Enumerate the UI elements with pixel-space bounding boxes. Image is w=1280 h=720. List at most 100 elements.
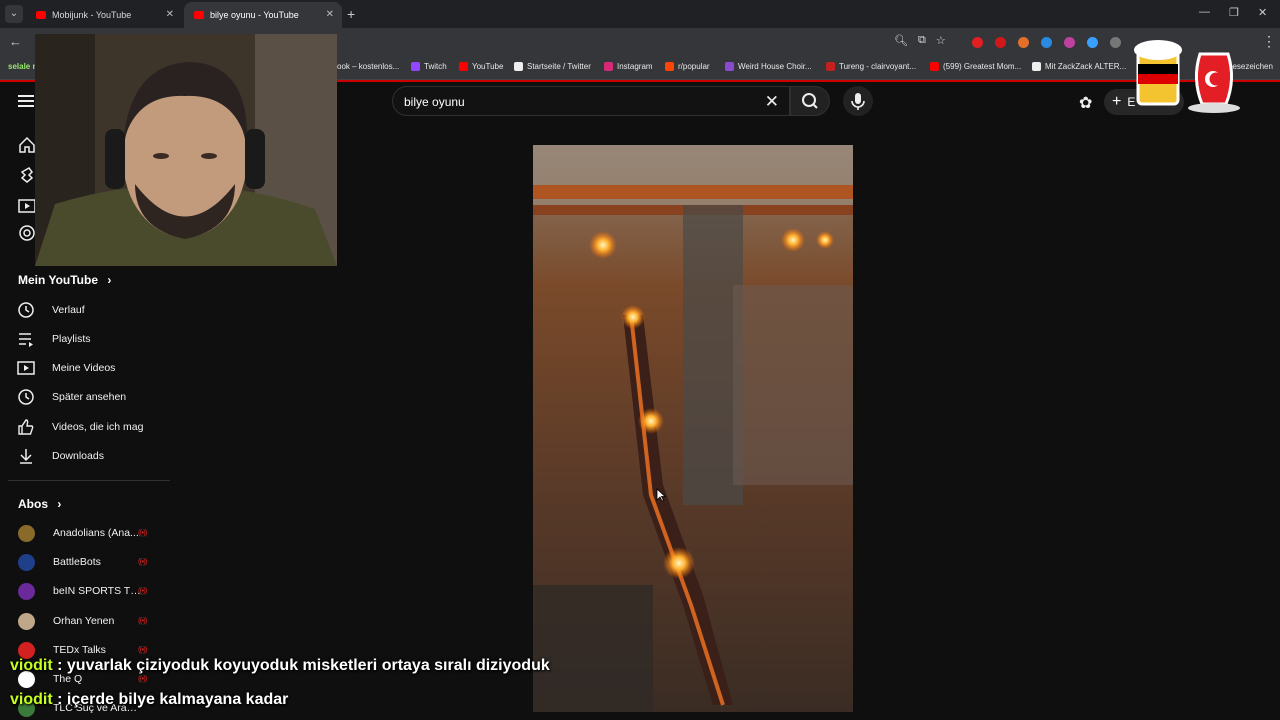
subscriptions-icon[interactable] <box>18 196 36 214</box>
close-tab-icon[interactable]: ✕ <box>326 9 334 20</box>
youtube-icon <box>930 62 939 71</box>
close-window-icon[interactable]: ✕ <box>1258 6 1267 19</box>
webcam-overlay <box>35 34 337 266</box>
bookmark-item[interactable]: Mit ZackZack ALTER... <box>1032 62 1126 71</box>
extension-icon[interactable] <box>1018 37 1029 48</box>
bookmark-item[interactable]: Startseite / Twitter <box>514 62 591 71</box>
minimize-icon[interactable]: — <box>1199 6 1210 18</box>
avatar <box>18 525 35 542</box>
sidebar-item-label: Downloads <box>52 450 104 462</box>
subscription-item[interactable]: Orhan Yenen ((•)) <box>0 610 170 634</box>
channel-name: beIN SPORTS Tü... <box>53 585 141 597</box>
plus-icon: + <box>1112 93 1122 110</box>
search-query: bilye oyunu <box>404 95 465 109</box>
bookmark-item[interactable]: selale n <box>8 62 37 71</box>
youtube-icon <box>459 62 468 71</box>
subscription-item[interactable]: Anadolians (Ana... ((•)) <box>0 522 170 546</box>
sidebar-item-label: Meine Videos <box>52 362 116 374</box>
extension-icon[interactable] <box>1064 37 1075 48</box>
tab-search-button[interactable]: ⌄ <box>5 5 23 23</box>
chat-text: yuvarlak çiziyoduk koyuyoduk misketleri … <box>66 657 550 674</box>
sidebar-item-history[interactable]: Verlauf <box>0 297 170 323</box>
live-indicator-icon: ((•)) <box>138 616 148 625</box>
live-indicator-icon: ((•)) <box>138 557 148 566</box>
close-tab-icon[interactable]: ✕ <box>166 9 174 20</box>
back-arrow-icon[interactable]: ← <box>9 34 22 49</box>
zoom-icon[interactable]: 🔍︎ <box>894 34 908 47</box>
extensions-row <box>972 37 1121 48</box>
browser-menu-icon[interactable]: ⋮ <box>1262 33 1276 50</box>
live-indicator-icon: ((•)) <box>138 586 148 595</box>
bookmark-item[interactable]: Twitch <box>411 62 447 71</box>
bookmark-item[interactable]: YouTube <box>459 62 503 71</box>
twitch-icon <box>411 62 420 71</box>
subscriptions-heading[interactable]: Abos › <box>18 497 61 511</box>
clear-search-icon[interactable]: ✕ <box>765 92 779 112</box>
search-icon <box>802 93 818 109</box>
bookmark-item[interactable]: Weird House Choir... <box>725 62 812 71</box>
address-bar-actions: 🔍︎ ⧉ ☆ <box>894 34 946 47</box>
chevron-right-icon: › <box>57 497 62 511</box>
bookmark-item[interactable]: (599) Greatest Mom... <box>930 62 1021 71</box>
video-player[interactable] <box>533 145 853 712</box>
channel-name: TEDx Talks <box>53 644 106 656</box>
sidebar-item-downloads[interactable]: Downloads <box>0 443 170 469</box>
home-icon[interactable] <box>18 136 36 154</box>
search-input[interactable]: bilye oyunu ✕ <box>392 86 790 116</box>
star-bookmark-icon[interactable]: ☆ <box>936 34 946 47</box>
streamer-webcam-image <box>35 34 337 266</box>
shorts-icon[interactable] <box>18 166 36 184</box>
settings-gear-icon[interactable]: ✿ <box>1079 93 1092 113</box>
voice-search-button[interactable] <box>843 86 873 116</box>
site-icon <box>725 62 734 71</box>
my-videos-icon <box>17 361 35 375</box>
chat-username: viodit <box>10 691 53 708</box>
browser-tab-mobijunk[interactable]: Mobijunk - YouTube ✕ <box>26 2 182 28</box>
tab-title: bilye oyunu - YouTube <box>210 10 299 20</box>
youtube-favicon-icon <box>194 11 204 19</box>
sidebar-item-playlists[interactable]: Playlists <box>0 326 170 352</box>
avatar <box>18 583 35 600</box>
extension-icon[interactable] <box>995 37 1006 48</box>
restore-icon[interactable]: ❐ <box>1229 6 1239 19</box>
mouse-cursor-icon <box>656 488 666 502</box>
extensions-puzzle-icon[interactable] <box>1110 37 1121 48</box>
beer-and-tea-sticker-image <box>1134 40 1240 113</box>
sidebar-item-label: Später ansehen <box>52 391 127 403</box>
watch-later-icon <box>18 389 34 405</box>
chat-message: viodit : yuvarlak çiziyoduk koyuyoduk mi… <box>10 657 550 675</box>
reddit-icon <box>665 62 674 71</box>
bookmark-item[interactable]: r/popular <box>665 62 710 71</box>
bookmark-item[interactable]: Tureng - clairvoyant... <box>826 62 916 71</box>
sidebar-item-watch-later[interactable]: Später ansehen <box>0 384 170 410</box>
instagram-icon <box>604 62 613 71</box>
new-tab-button[interactable]: + <box>347 6 355 22</box>
microphone-icon <box>851 93 865 110</box>
sidebar-item-my-videos[interactable]: Meine Videos <box>0 355 170 381</box>
browser-tab-bilye[interactable]: bilye oyunu - YouTube ✕ <box>184 2 342 28</box>
chat-username: viodit <box>10 657 53 674</box>
chat-message: viodit : içerde bilye kalmayana kadar <box>10 691 288 709</box>
channel-name: Anadolians (Ana... <box>53 527 139 539</box>
hamburger-menu-icon[interactable] <box>18 95 34 107</box>
live-indicator-icon: ((•)) <box>138 645 148 654</box>
channels-icon[interactable] <box>18 224 36 242</box>
you-section-heading[interactable]: Mein YouTube › <box>18 273 111 287</box>
sidebar-item-label: Videos, die ich mag <box>52 421 144 433</box>
chat-separator: : <box>52 691 67 708</box>
search-button[interactable] <box>790 86 830 116</box>
history-icon <box>18 302 34 318</box>
live-indicator-icon: ((•)) <box>138 674 148 683</box>
sidebar-item-liked-videos[interactable]: Videos, die ich mag <box>0 414 170 440</box>
bookmark-item[interactable]: Instagram <box>604 62 653 71</box>
install-icon[interactable]: ⧉ <box>918 34 926 47</box>
subscription-item[interactable]: beIN SPORTS Tü... ((•)) <box>0 580 170 604</box>
sidebar-divider <box>8 480 170 481</box>
subscription-item[interactable]: BattleBots ((•)) <box>0 551 170 575</box>
extension-icon[interactable] <box>1041 37 1052 48</box>
extension-icon[interactable] <box>1087 37 1098 48</box>
bookmark-item[interactable]: ook – kostenlos... <box>337 62 399 71</box>
avatar <box>18 613 35 630</box>
extension-icon[interactable] <box>972 37 983 48</box>
youtube-favicon-icon <box>36 11 46 19</box>
